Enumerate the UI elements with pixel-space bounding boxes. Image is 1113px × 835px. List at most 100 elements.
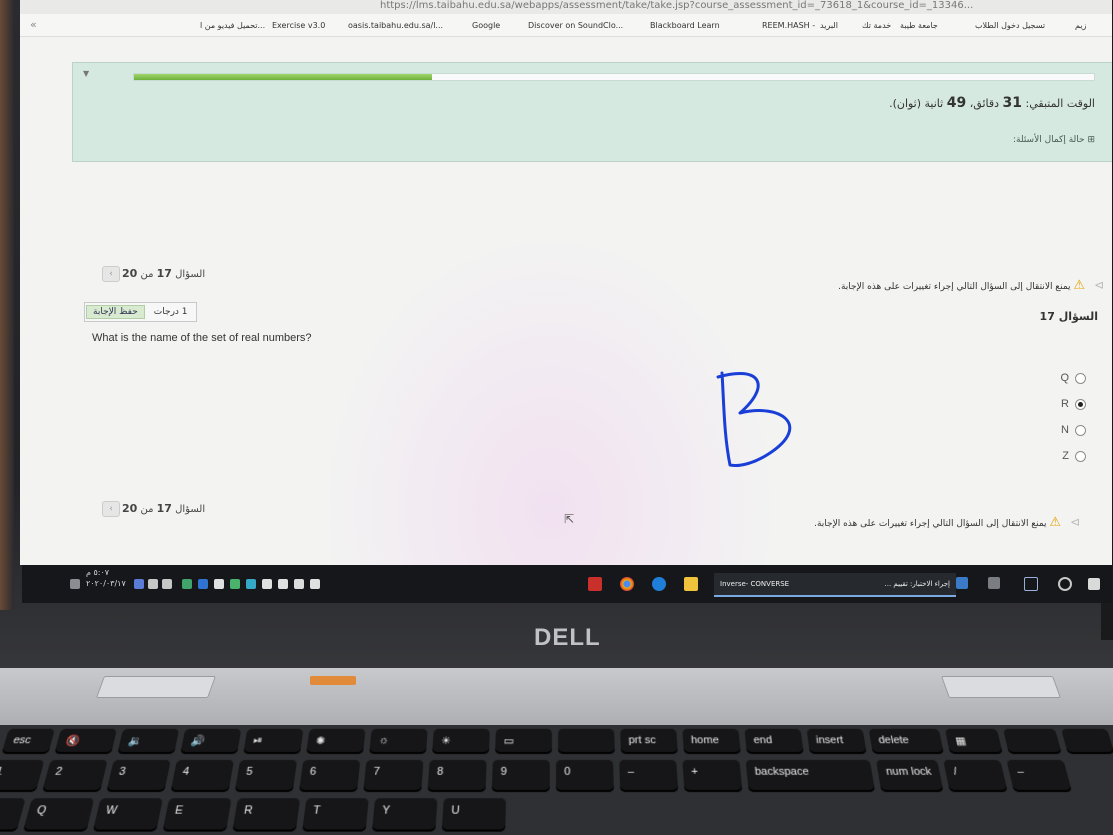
app-icon[interactable]	[988, 577, 1000, 589]
tray-icon[interactable]	[310, 579, 320, 589]
key-4[interactable]: 4	[170, 759, 235, 793]
key-insert[interactable]: insert	[806, 728, 867, 754]
acrobat-icon[interactable]	[588, 577, 602, 591]
key-f2[interactable]: 🔉	[117, 728, 180, 754]
key-prtsc[interactable]: prt sc	[620, 728, 678, 754]
option-radio[interactable]	[1075, 450, 1086, 462]
bookmark-item[interactable]: جامعة طيبة	[900, 21, 938, 30]
chrome-icon[interactable]	[620, 577, 634, 591]
key-f7[interactable]: ☀	[432, 728, 490, 754]
bookmark-item[interactable]: Discover on SoundClo...	[528, 21, 623, 30]
key-esc[interactable]: esc	[1, 728, 55, 754]
key-2[interactable]: 2	[41, 759, 108, 793]
bookmark-item[interactable]: البريد	[820, 21, 838, 30]
key-f5[interactable]: ✺	[306, 728, 366, 754]
key-f6[interactable]: ☼	[369, 728, 428, 754]
key-tab[interactable]	[0, 798, 26, 832]
bookmark-item[interactable]: REEM.HASH -	[762, 21, 815, 30]
collapse-sidebar-icon[interactable]: «	[30, 18, 37, 31]
option-label: N	[1061, 424, 1069, 436]
bookmark-item[interactable]: Exercise v3.0	[272, 21, 325, 30]
key-q[interactable]: Q	[22, 798, 95, 832]
key-home[interactable]: home	[682, 728, 741, 754]
start-windows-icon[interactable]	[1088, 578, 1100, 590]
address-bar[interactable]: https://lms.taibahu.edu.sa/webapps/asses…	[20, 0, 1112, 14]
key-label: insert	[815, 734, 845, 747]
tray-icon[interactable]	[246, 579, 256, 589]
tray-icon[interactable]	[198, 579, 208, 589]
bookmark-item[interactable]: oasis.taibahu.edu.sa/l...	[348, 21, 443, 30]
key-t[interactable]: T	[302, 798, 369, 832]
key-minus[interactable]: –	[619, 759, 679, 793]
panel-toggle-icon[interactable]: ▼	[83, 69, 89, 78]
file-explorer-icon[interactable]	[684, 577, 698, 591]
completion-status-label[interactable]: حالة إكمال الأسئلة:	[1013, 135, 1085, 145]
key-e[interactable]: E	[162, 798, 232, 832]
option-radio[interactable]	[1075, 424, 1086, 436]
tray-icon[interactable]	[294, 579, 304, 589]
key-numpad-divide[interactable]	[1002, 728, 1062, 754]
search-icon[interactable]	[1058, 577, 1072, 591]
bookmark-item[interactable]: تحميل فيديو من ا...	[200, 21, 265, 30]
edge-icon[interactable]	[652, 577, 666, 591]
key-8[interactable]: 8	[427, 759, 487, 793]
taskbar-clock-time[interactable]: ٥:٠٧ م	[86, 568, 109, 577]
key-delete[interactable]: delete	[868, 728, 944, 754]
key-7[interactable]: 7	[363, 759, 424, 793]
bookmark-item[interactable]: Google	[472, 21, 500, 30]
tray-icon[interactable]	[262, 579, 272, 589]
key-u[interactable]: U	[441, 798, 507, 832]
volume-icon[interactable]	[148, 579, 158, 589]
task-view-icon[interactable]	[1024, 577, 1038, 591]
prev-question-button[interactable]: ‹	[102, 266, 120, 282]
key-f8[interactable]: ▭	[495, 728, 552, 754]
key-backspace[interactable]: backspace	[745, 759, 876, 793]
tray-icon[interactable]	[134, 579, 144, 589]
option-radio[interactable]	[1075, 372, 1086, 384]
tray-icon[interactable]	[182, 579, 192, 589]
taskbar-app-quiz[interactable]: إجراء الاختبار: تقييم ...	[828, 573, 956, 597]
key-f9[interactable]	[558, 728, 615, 754]
answer-option[interactable]: N	[1061, 424, 1086, 436]
taskbar-clock-date[interactable]: ٢٠٢٠/٠٣/١٧	[86, 579, 126, 588]
key-numlock[interactable]: num lock	[875, 759, 944, 793]
key-1[interactable]: 1	[0, 759, 45, 793]
key-equals[interactable]: +	[682, 759, 743, 793]
key-end[interactable]: end	[744, 728, 804, 754]
answer-option[interactable]: R	[1061, 398, 1086, 410]
bookmark-item[interactable]: خدمة تك	[862, 21, 891, 30]
network-icon[interactable]	[162, 579, 172, 589]
key-calculator[interactable]: ▦	[944, 728, 1003, 754]
answer-option[interactable]: Q	[1060, 372, 1086, 384]
taskbar-app-converse[interactable]: Inverse- CONVERSE	[714, 573, 832, 597]
key-numpad-multiply[interactable]	[1061, 728, 1113, 754]
key-9[interactable]: 9	[491, 759, 550, 793]
key-6[interactable]: 6	[298, 759, 361, 793]
key-0[interactable]: 0	[555, 759, 615, 793]
completion-status-link[interactable]: ⊞ حالة إكمال الأسئلة:	[1013, 135, 1095, 145]
app-icon[interactable]	[956, 577, 968, 589]
key-f4[interactable]: ⏯	[243, 728, 304, 754]
tray-icon[interactable]	[214, 579, 224, 589]
key-w[interactable]: W	[92, 798, 164, 832]
tray-icon[interactable]	[230, 579, 240, 589]
bookmark-item[interactable]: تسجيل دخول الطلاب	[975, 21, 1045, 30]
notifications-icon[interactable]	[70, 579, 80, 589]
key-r[interactable]: R	[232, 798, 301, 832]
bookmark-item[interactable]: Blackboard Learn	[650, 21, 720, 30]
prev-question-button-bottom[interactable]: ‹	[102, 501, 120, 517]
key-y[interactable]: Y	[371, 798, 438, 832]
tray-icon[interactable]	[278, 579, 288, 589]
key-numpad-slash[interactable]: /	[943, 759, 1008, 793]
key-f3[interactable]: 🔊	[180, 728, 242, 754]
key-f1[interactable]: 🔇	[54, 728, 118, 754]
key-numpad-minus[interactable]: –	[1006, 759, 1073, 793]
address-url[interactable]: https://lms.taibahu.edu.sa/webapps/asses…	[380, 0, 973, 11]
save-answer-button[interactable]: حفظ الإجابة	[86, 305, 145, 319]
key-5[interactable]: 5	[234, 759, 298, 793]
key-3[interactable]: 3	[106, 759, 171, 793]
answer-option[interactable]: Z	[1062, 450, 1086, 462]
bookmark-item[interactable]: زيم	[1075, 21, 1086, 30]
option-radio[interactable]	[1075, 398, 1086, 410]
nav-total: 20	[122, 267, 138, 280]
